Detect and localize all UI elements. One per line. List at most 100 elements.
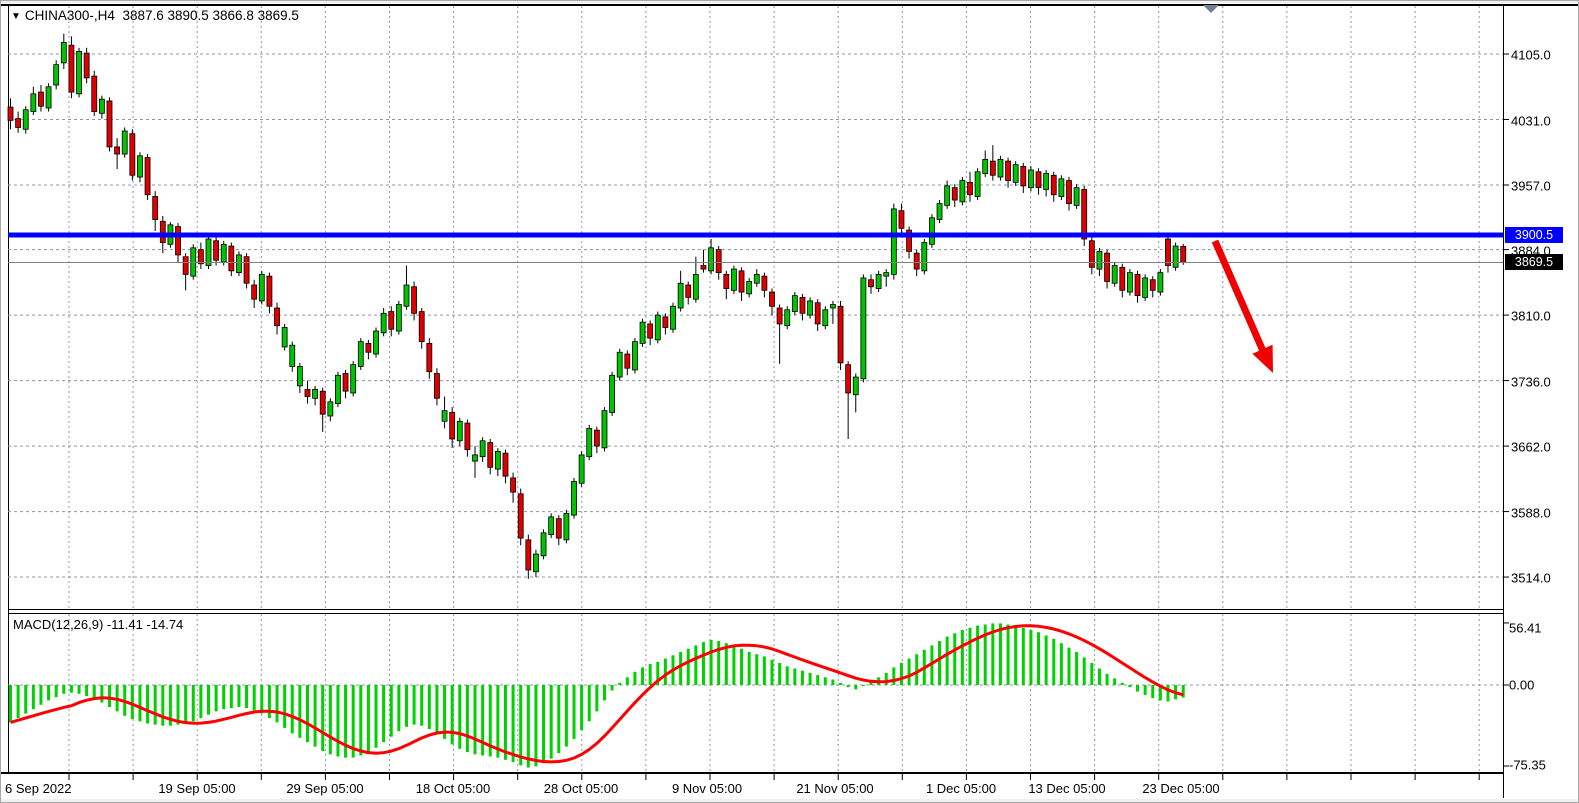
macd-bar [1067, 648, 1070, 685]
macd-bar [900, 663, 903, 685]
symbol-timeframe: CHINA300-,H4 [25, 8, 115, 23]
bull-candle [945, 186, 950, 205]
bull-candle [297, 366, 302, 385]
macd-bar [824, 677, 827, 685]
macd-bar [375, 685, 378, 748]
macd-bar [778, 663, 781, 685]
bull-candle [922, 243, 927, 271]
bull-candle [495, 451, 500, 469]
bull-candle [792, 296, 797, 312]
macd-bar [306, 685, 309, 742]
price-tick-label: 3957.0 [1511, 179, 1551, 194]
bear-candle [8, 107, 13, 120]
macd-bar [603, 685, 606, 700]
bear-candle [967, 182, 972, 194]
bull-candle [1044, 173, 1049, 189]
bear-candle [526, 540, 531, 570]
bull-candle [457, 421, 462, 440]
bear-candle [427, 343, 432, 371]
time-tick-label: 21 Nov 05:00 [796, 781, 873, 796]
macd-bar [809, 673, 812, 685]
bear-candle [176, 227, 181, 255]
bear-candle [990, 161, 995, 175]
macd-bar [771, 660, 774, 685]
bull-candle [1028, 170, 1033, 188]
title-ohlc-values: 3887.6 3890.5 3866.8 3869.5 [122, 8, 298, 23]
macd-bar [390, 685, 393, 737]
macd-bar [732, 645, 735, 685]
macd-bar [725, 643, 728, 685]
bear-candle [518, 494, 523, 538]
macd-bar [474, 685, 477, 754]
bull-candle [731, 269, 736, 290]
macd-bar [512, 685, 515, 762]
macd-bar [755, 654, 758, 685]
macd-bar [298, 685, 301, 738]
bear-candle [267, 276, 272, 306]
macd-bar [550, 685, 553, 759]
macd-bar [420, 685, 423, 726]
bear-candle [16, 119, 21, 128]
window-bottom-edge [1, 799, 1579, 803]
macd-bar [1113, 678, 1116, 685]
bear-candle [214, 241, 219, 260]
bear-candle [762, 276, 767, 290]
time-tick-label: 23 Dec 05:00 [1142, 781, 1219, 796]
bull-candle [693, 274, 698, 299]
macd-bar [748, 652, 751, 685]
bear-candle [724, 274, 729, 288]
macd-bar [1128, 685, 1131, 687]
bear-candle [686, 285, 691, 297]
down-trend-arrow[interactable] [1215, 241, 1273, 373]
macd-bar [62, 685, 65, 694]
bull-candle [1158, 273, 1163, 292]
macd-bar [39, 685, 42, 705]
bull-candle [572, 481, 577, 515]
bull-candle [236, 255, 241, 273]
macd-bar [938, 641, 941, 685]
macd-bar [1144, 685, 1147, 695]
price-tick-label: 3736.0 [1511, 374, 1551, 389]
price-tick-label: 3810.0 [1511, 309, 1551, 324]
macd-bar [565, 685, 568, 747]
bull-candle [632, 342, 637, 370]
bull-candle [290, 345, 295, 366]
bull-candle [998, 159, 1003, 177]
bull-candle [99, 99, 104, 113]
chart-canvas[interactable] [1, 1, 1579, 803]
bull-candle [640, 322, 645, 343]
bear-candle [229, 246, 234, 271]
macd-bar [793, 669, 796, 686]
macd-bar [664, 659, 667, 685]
macd-bar [573, 685, 576, 739]
bull-candle [671, 306, 676, 329]
bear-candle [503, 453, 508, 476]
current-price-badge: 3869.5 [1505, 254, 1563, 270]
macd-bar [108, 685, 111, 707]
macd-bar [557, 685, 560, 753]
macd-indicator-pane[interactable] [9, 623, 1185, 767]
bear-candle [198, 250, 203, 264]
time-tick-label: 6 Sep 2022 [5, 781, 72, 796]
macd-bar [1166, 685, 1169, 702]
bear-candle [846, 365, 851, 393]
macd-bar [314, 685, 317, 747]
bull-candle [313, 389, 318, 398]
macd-bar [268, 685, 271, 718]
bear-candle [663, 317, 668, 328]
chart-shift-marker-icon[interactable] [1203, 5, 1219, 13]
chart-title: ▼CHINA300-,H4 3887.6 3890.5 3866.8 3869.… [11, 8, 299, 23]
bull-candle [374, 331, 379, 354]
macd-bar [32, 685, 35, 709]
bull-candle [351, 365, 356, 393]
macd-bar [260, 685, 263, 714]
macd-bar [839, 683, 842, 685]
window-top-edge [1, 1, 1579, 3]
macd-bar [953, 633, 956, 685]
bull-candle [221, 244, 226, 262]
macd-bar [291, 685, 294, 733]
macd-bar [1121, 683, 1124, 685]
macd-bar [527, 685, 530, 768]
macd-bar [1060, 643, 1063, 685]
bear-candle [1135, 274, 1140, 295]
